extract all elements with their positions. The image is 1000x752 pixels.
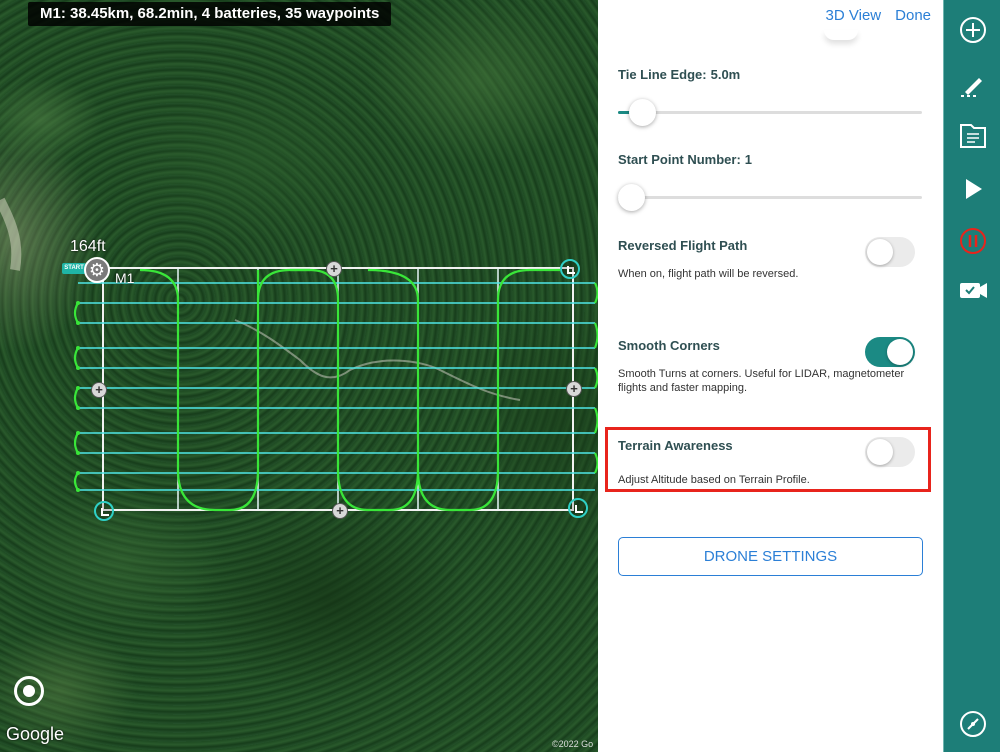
pause-icon[interactable]	[957, 225, 989, 257]
toggle-knob	[867, 439, 893, 465]
start-point-slider[interactable]	[618, 184, 922, 211]
toggle-knob	[887, 339, 913, 365]
start-point-slider-thumb[interactable]	[618, 184, 645, 211]
play-icon[interactable]	[957, 173, 989, 205]
smooth-corners-description: Smooth Turns at corners. Useful for LIDA…	[618, 368, 905, 394]
mission-summary-banner: M1: 38.45km, 68.2min, 4 batteries, 35 wa…	[28, 2, 392, 26]
done-link[interactable]: Done	[895, 7, 931, 24]
tie-line-edge-title: Tie Line Edge:	[618, 67, 707, 82]
app: M1: 38.45km, 68.2min, 4 batteries, 35 wa…	[0, 0, 1000, 752]
add-icon[interactable]	[957, 14, 989, 46]
start-point-number-value: 1	[744, 152, 753, 167]
scroll-hint	[824, 30, 858, 40]
panel-top-links: 3D View Done	[812, 7, 931, 24]
smooth-corners-toggle[interactable]	[865, 337, 915, 367]
google-logo: Google	[6, 724, 65, 744]
home-point-gear-icon[interactable]: ⚙	[84, 257, 110, 283]
edge-midpoint-handle-right[interactable]: +	[566, 381, 582, 397]
start-point-number-label: Start Point Number: 1	[618, 152, 752, 167]
reversed-flight-path-description: When on, flight path will be reversed.	[618, 268, 799, 280]
corner-handle-top-right[interactable]	[560, 259, 580, 279]
settings-panel: 3D View Done Tie Line Edge: 5.0m Start Poi…	[598, 0, 943, 752]
terrain-awareness-description: Adjust Altitude based on Terrain Profile…	[618, 474, 810, 486]
camera-icon[interactable]	[957, 274, 989, 306]
mission-label: M1	[115, 270, 135, 286]
corner-handle-bottom-right[interactable]	[568, 498, 588, 518]
right-toolbar	[943, 0, 1000, 752]
corner-handle-bottom-left[interactable]	[94, 501, 114, 521]
tie-line-edge-slider[interactable]	[618, 99, 922, 126]
smooth-corners-label: Smooth Corners	[618, 338, 720, 353]
terrain-awareness-toggle[interactable]	[865, 437, 915, 467]
tie-line-edge-slider-thumb[interactable]	[629, 99, 657, 126]
map-view[interactable]: M1: 38.45km, 68.2min, 4 batteries, 35 wa…	[0, 0, 598, 752]
start-badge: START	[62, 263, 86, 274]
toggle-knob	[867, 239, 893, 265]
compass-icon[interactable]	[957, 708, 989, 740]
edit-waypoints-icon[interactable]	[957, 68, 989, 100]
edge-midpoint-handle-left[interactable]: +	[91, 382, 107, 398]
3d-view-link[interactable]: 3D View	[826, 7, 882, 24]
my-location-icon[interactable]	[14, 676, 44, 706]
tie-line-edge-label: Tie Line Edge: 5.0m	[618, 67, 740, 82]
document-icon[interactable]	[957, 120, 989, 152]
satellite-texture	[0, 197, 598, 512]
tie-line-edge-value: 5.0m	[710, 67, 741, 82]
drone-settings-button[interactable]: DRONE SETTINGS	[618, 537, 923, 576]
map-copyright: ©2022 Go	[552, 739, 594, 749]
terrain-awareness-label: Terrain Awareness	[618, 438, 733, 453]
edge-midpoint-handle-top[interactable]: +	[326, 261, 342, 277]
reversed-flight-path-toggle[interactable]	[865, 237, 915, 267]
reversed-flight-path-label: Reversed Flight Path	[618, 238, 748, 253]
altitude-label: 164ft	[70, 238, 106, 255]
start-point-number-title: Start Point Number:	[618, 152, 741, 167]
edge-midpoint-handle-bottom[interactable]: +	[332, 503, 348, 519]
